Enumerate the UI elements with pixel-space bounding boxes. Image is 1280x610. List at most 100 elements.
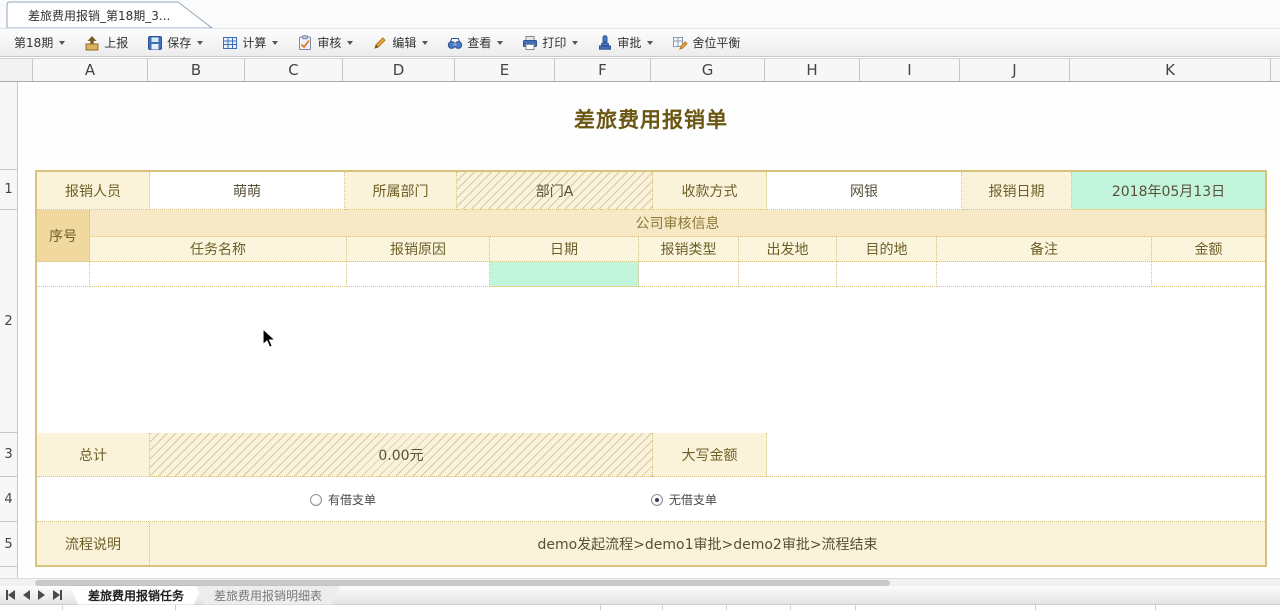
- chevron-down-icon: [197, 41, 203, 45]
- radio-unchecked-icon[interactable]: [310, 494, 322, 506]
- cell-origin[interactable]: [739, 262, 837, 287]
- toolbar-button-calculate[interactable]: 计算: [216, 31, 284, 54]
- column-header-k: K: [1070, 59, 1271, 81]
- column-header-b: B: [148, 59, 245, 81]
- uppercase-amount-value[interactable]: [767, 433, 1265, 477]
- cell-task-name[interactable]: [90, 262, 347, 287]
- radio-checked-icon[interactable]: [651, 494, 663, 506]
- row-header-3: 3: [0, 433, 17, 477]
- flow-label: 流程说明: [37, 522, 150, 565]
- field-value-applicant[interactable]: 萌萌: [150, 172, 345, 210]
- radio-no-loan[interactable]: 无借支单: [651, 491, 717, 508]
- column-header-e: E: [455, 59, 555, 81]
- column-header-row: A B C D E F G H I J K: [0, 58, 1280, 82]
- horizontal-scrollbar[interactable]: [0, 578, 1280, 586]
- row-header-blank: [0, 82, 17, 170]
- field-label-date: 报销日期: [962, 172, 1072, 210]
- chevron-down-icon: [422, 41, 428, 45]
- field-label-payment-method: 收款方式: [653, 172, 767, 210]
- document-tab-title: 差旅费用报销_第18期_3...: [28, 7, 170, 24]
- sheet-nav-last-button[interactable]: [53, 589, 62, 601]
- column-header-reason: 报销原因: [347, 237, 490, 262]
- toolbar-button-label: 保存: [167, 34, 191, 51]
- document-tab-bar: 差旅费用报销_第18期_3...: [0, 0, 1280, 28]
- sheet-nav-next-button[interactable]: [38, 589, 45, 601]
- column-header-type: 报销类型: [639, 237, 739, 262]
- arrow-left-icon: [8, 590, 15, 600]
- toolbar-button-rounding-balance[interactable]: 舍位平衡: [666, 31, 746, 54]
- app-window: 差旅费用报销_第18期_3... 第18期 上报 保存 计算: [0, 0, 1280, 610]
- flow-description: demo发起流程>demo1审批>demo2审批>流程结束: [150, 522, 1265, 565]
- view-icon: [447, 35, 463, 51]
- toolbar-button-edit[interactable]: 编辑: [366, 31, 434, 54]
- column-header-amount: 金额: [1152, 237, 1265, 262]
- toolbar-button-label: 查看: [467, 34, 491, 51]
- cell-remark[interactable]: [937, 262, 1152, 287]
- loan-option-row: 有借支单 无借支单: [37, 477, 1265, 522]
- toolbar-button-label: 打印: [542, 34, 566, 51]
- arrow-left-icon: [23, 590, 30, 600]
- gridline: [175, 605, 176, 610]
- cell-destination[interactable]: [837, 262, 937, 287]
- row-header-2: 2: [0, 210, 17, 433]
- column-header-task-name: 任务名称: [90, 237, 347, 262]
- radio-label: 无借支单: [669, 491, 717, 508]
- toolbar-button-label: 审核: [317, 34, 341, 51]
- column-header-c: C: [245, 59, 343, 81]
- partial-grid-row: [0, 605, 1280, 610]
- toolbar-button-save[interactable]: 保存: [141, 31, 209, 54]
- column-header-h: H: [765, 59, 860, 81]
- empty-area: [37, 287, 1265, 433]
- cell-index[interactable]: [37, 262, 90, 287]
- column-header-f: F: [555, 59, 651, 81]
- cell-type[interactable]: [639, 262, 739, 287]
- toolbar-button-view[interactable]: 查看: [441, 31, 509, 54]
- column-header-j: J: [960, 59, 1070, 81]
- row-header-4: 4: [0, 477, 17, 522]
- index-column-header: 序号: [37, 210, 90, 262]
- audit-icon: [297, 35, 313, 51]
- toolbar-button-submit[interactable]: 上报: [78, 31, 134, 54]
- cell-amount[interactable]: [1152, 262, 1265, 287]
- column-header-remark: 备注: [937, 237, 1152, 262]
- last-bar-icon: [60, 590, 62, 600]
- chevron-down-icon: [647, 41, 653, 45]
- calculate-icon: [222, 35, 238, 51]
- gridline: [662, 605, 663, 610]
- field-value-department: 部门A: [457, 172, 653, 210]
- grid-corner-box: [0, 59, 33, 81]
- chevron-down-icon: [272, 41, 278, 45]
- print-icon: [522, 35, 538, 51]
- toolbar-button-label: 编辑: [392, 34, 416, 51]
- column-header-d: D: [343, 59, 455, 81]
- toolbar-button-period[interactable]: 第18期: [8, 31, 71, 54]
- detail-data-row: [37, 262, 1265, 287]
- sheet-nav-first-button[interactable]: [6, 589, 15, 601]
- column-header-date: 日期: [490, 237, 639, 262]
- gridline: [790, 605, 791, 610]
- toolbar-button-print[interactable]: 打印: [516, 31, 584, 54]
- cell-reason[interactable]: [347, 262, 490, 287]
- field-value-date[interactable]: 2018年05月13日: [1072, 172, 1265, 210]
- save-icon: [147, 35, 163, 51]
- sheet-tab-detail[interactable]: 差旅费用报销明细表: [196, 586, 340, 605]
- column-header-destination: 目的地: [837, 237, 937, 262]
- toolbar-button-label: 审批: [617, 34, 641, 51]
- toolbar-button-label: 第18期: [14, 34, 53, 51]
- total-label: 总计: [37, 433, 150, 477]
- chevron-down-icon: [59, 41, 65, 45]
- sheet-nav-prev-button[interactable]: [23, 589, 30, 601]
- toolbar-button-approve[interactable]: 审批: [591, 31, 659, 54]
- flow-row: 流程说明 demo发起流程>demo1审批>demo2审批>流程结束: [37, 522, 1265, 565]
- radio-has-loan[interactable]: 有借支单: [310, 491, 376, 508]
- sheet-tab-task[interactable]: 差旅费用报销任务: [70, 586, 202, 605]
- toolbar-button-audit[interactable]: 审核: [291, 31, 359, 54]
- info-row: 报销人员 萌萌 所属部门 部门A 收款方式 网银 报销日期 2018年05月13…: [37, 172, 1265, 210]
- approve-icon: [597, 35, 613, 51]
- document-tab[interactable]: 差旅费用报销_第18期_3...: [6, 0, 216, 28]
- gridline: [726, 605, 727, 610]
- cell-date-selected[interactable]: [490, 262, 639, 287]
- field-value-payment-method[interactable]: 网银: [767, 172, 962, 210]
- uppercase-amount-label: 大写金额: [653, 433, 767, 477]
- submit-icon: [84, 35, 100, 51]
